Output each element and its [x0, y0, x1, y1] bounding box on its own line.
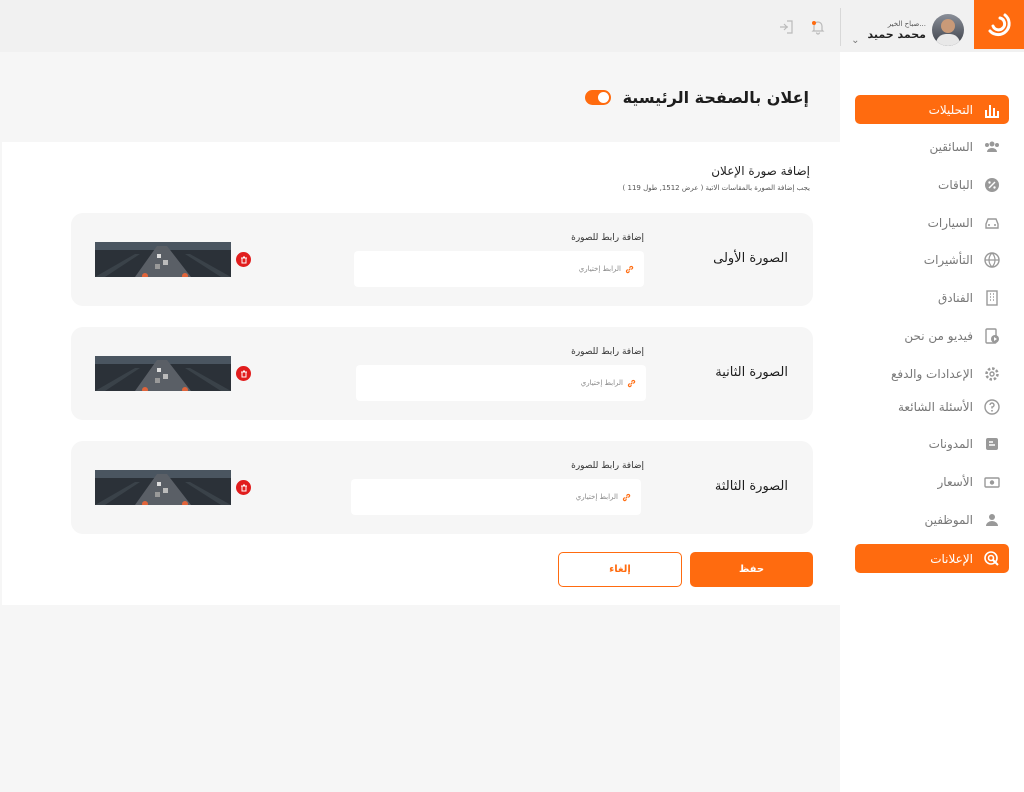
chevron-down-icon[interactable]: ⌄ [851, 35, 859, 46]
ad-image-thumbnail [95, 242, 231, 277]
link-input-placeholder: الرابط إختياري [575, 493, 618, 501]
sidebar-item-visas[interactable]: التأشيرات [855, 245, 1009, 274]
page-header: إعلان بالصفحة الرئيسية [584, 88, 809, 107]
sidebar-item-settings[interactable]: الإعدادات والدفع [855, 359, 1009, 388]
section-subtitle: يجب إضافة الصورة بالمقاسات الاتية ( عرض … [622, 184, 810, 192]
blog-icon [986, 437, 998, 450]
top-bar: صباح الخير... محمد حميد ⌄ [0, 0, 1024, 52]
globe-icon [984, 251, 1000, 268]
delete-image-button[interactable] [236, 366, 251, 381]
link-label: إضافة رابط للصورة [571, 347, 644, 357]
sidebar-item-faq[interactable]: الأسئلة الشائعة [855, 392, 1009, 421]
sidebar-item-cars[interactable]: السيارات [855, 208, 1009, 237]
sidebar-item-label: الإعلانات [930, 551, 973, 566]
ad-image-thumbnail [95, 356, 231, 391]
sidebar-item-label: الموظفين [924, 512, 973, 527]
link-icon [625, 265, 634, 273]
image-link-input[interactable]: الرابط إختياري [351, 479, 641, 515]
sidebar-item-label: الباقات [938, 177, 973, 192]
user-menu[interactable]: صباح الخير... محمد حميد ⌄ [851, 14, 964, 46]
sidebar-item-label: الإعدادات والدفع [891, 366, 973, 381]
sidebar-item-employees[interactable]: الموظفين [855, 505, 1009, 534]
link-icon [627, 379, 636, 387]
link-icon [622, 493, 631, 501]
ads-icon [984, 550, 999, 566]
car-icon [985, 217, 999, 229]
divider [840, 8, 841, 46]
sidebar-item-drivers[interactable]: السائقين [855, 132, 1009, 161]
person-icon [986, 513, 998, 526]
sidebar-item-label: الفنادق [938, 290, 973, 305]
avatar [932, 14, 964, 46]
bell-icon[interactable] [810, 19, 826, 35]
save-button[interactable]: حفظ [690, 552, 813, 587]
building-icon [986, 289, 998, 306]
users-icon [985, 141, 999, 152]
image-link-input[interactable]: الرابط إختياري [354, 251, 644, 287]
user-info: صباح الخير... محمد حميد [868, 20, 926, 41]
money-icon [984, 476, 1000, 488]
greeting-text: صباح الخير... [887, 19, 926, 28]
delete-image-button[interactable] [236, 252, 251, 267]
sidebar-item-label: الأسئلة الشائعة [898, 399, 973, 414]
sidebar-item-label: فيديو من نحن [904, 328, 973, 343]
image-row-label: الصورة الأولى [713, 251, 788, 266]
discount-icon [985, 177, 999, 192]
trash-icon [240, 256, 247, 263]
question-icon [984, 398, 1000, 415]
sidebar-item-analytics[interactable]: التحليلات [855, 95, 1009, 124]
image-row-label: الصورة الثانية [715, 365, 788, 380]
sidebar-item-hotels[interactable]: الفنادق [855, 283, 1009, 312]
sidebar-item-prices[interactable]: الأسعار [855, 467, 1009, 496]
ad-enabled-toggle[interactable] [584, 90, 611, 105]
sidebar: التحليلات السائقين الباقات السيارات التأ… [840, 52, 1024, 792]
sidebar-item-ads[interactable]: الإعلانات [855, 544, 1009, 573]
sidebar-item-packages[interactable]: الباقات [855, 170, 1009, 199]
user-name: محمد حميد [867, 27, 926, 41]
link-input-placeholder: الرابط إختياري [580, 379, 623, 387]
sidebar-item-label: التأشيرات [923, 252, 973, 267]
sidebar-item-about-video[interactable]: فيديو من نحن [855, 321, 1009, 350]
chart-icon [985, 104, 999, 118]
video-icon [985, 327, 999, 344]
image-row-1: الصورة الأولى إضافة رابط للصورة الرابط إ… [71, 213, 813, 306]
sidebar-item-label: السيارات [927, 215, 973, 230]
image-row-2: الصورة الثانية إضافة رابط للصورة الرابط … [71, 327, 813, 420]
sidebar-item-blogs[interactable]: المدونات [855, 429, 1009, 458]
cancel-button[interactable]: إلغاء [558, 552, 682, 587]
app-logo[interactable] [974, 0, 1024, 49]
link-input-placeholder: الرابط إختياري [578, 265, 621, 273]
page-title: إعلان بالصفحة الرئيسية [622, 88, 809, 107]
ad-image-thumbnail [95, 470, 231, 505]
gear-icon [985, 366, 999, 381]
sidebar-item-label: السائقين [929, 139, 973, 154]
sidebar-item-label: التحليلات [928, 102, 973, 117]
trash-icon [240, 484, 247, 491]
logout-icon[interactable] [778, 19, 794, 35]
image-row-3: الصورة الثالثة إضافة رابط للصورة الرابط … [71, 441, 813, 534]
link-label: إضافة رابط للصورة [571, 461, 644, 471]
sidebar-item-label: المدونات [928, 436, 973, 451]
delete-image-button[interactable] [236, 480, 251, 495]
image-row-label: الصورة الثالثة [714, 479, 788, 494]
logo-icon [988, 13, 1011, 36]
link-label: إضافة رابط للصورة [571, 233, 644, 243]
sidebar-item-label: الأسعار [937, 474, 973, 489]
ad-images-card: إضافة صورة الإعلان يجب إضافة الصورة بالم… [2, 142, 840, 605]
section-title: إضافة صورة الإعلان [711, 164, 810, 178]
image-link-input[interactable]: الرابط إختياري [356, 365, 646, 401]
trash-icon [240, 370, 247, 377]
